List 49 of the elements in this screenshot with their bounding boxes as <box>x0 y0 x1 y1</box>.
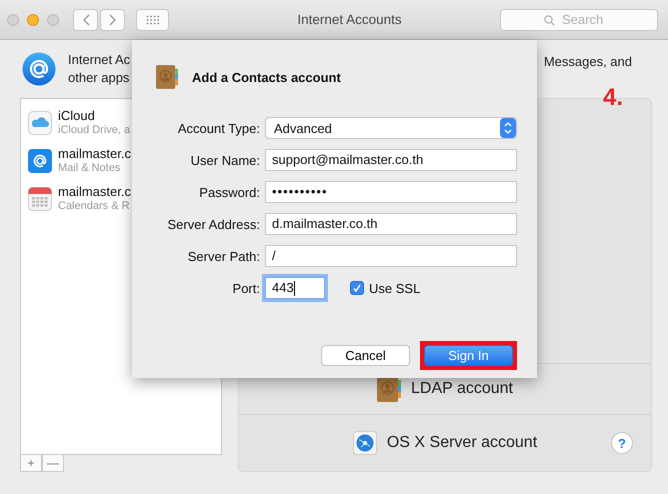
account-detail: Mail & Notes <box>58 161 122 176</box>
search-icon <box>544 14 555 26</box>
field-label: Account Type: <box>176 120 260 136</box>
grid-icon <box>146 14 160 24</box>
search-field[interactable]: Search <box>500 8 658 30</box>
close-button[interactable] <box>7 14 19 26</box>
remove-button[interactable]: — <box>42 455 64 472</box>
account-name: mailmaster.c <box>58 184 131 199</box>
back-button[interactable] <box>73 8 98 30</box>
updown-arrows-icon <box>500 118 516 138</box>
use-ssl-checkbox[interactable]: Use SSL <box>350 280 420 296</box>
checkmark-icon <box>352 283 362 293</box>
address-book-icon <box>377 376 401 402</box>
show-all-button[interactable] <box>136 8 169 30</box>
window-title: Internet Accounts <box>296 12 403 27</box>
at-sign-icon <box>28 149 52 173</box>
field-label: Server Path: <box>186 248 260 264</box>
description-text: Internet Ac <box>68 51 130 69</box>
add-button[interactable]: + <box>20 455 42 472</box>
dialog-title: Add a Contacts account <box>192 70 341 84</box>
field-label: Port: <box>232 280 260 296</box>
provider-item[interactable]: OS X Server account ? <box>239 414 651 471</box>
zoom-button[interactable] <box>47 14 59 26</box>
port-field[interactable]: 443 <box>265 277 325 299</box>
text-field[interactable]: support@mailmaster.co.th <box>265 149 517 171</box>
account-name: iCloud <box>58 108 96 123</box>
help-button[interactable]: ? <box>611 432 633 454</box>
step-number: 4. <box>603 84 624 112</box>
field-label: Password: <box>198 184 260 200</box>
description-text: Messages, and <box>544 54 632 69</box>
account-type-popup[interactable]: Advanced <box>265 117 517 139</box>
text-field[interactable]: / <box>265 245 517 267</box>
calendar-icon <box>28 187 52 211</box>
description-text: other apps <box>68 69 130 87</box>
forward-button[interactable] <box>100 8 125 30</box>
account-name: mailmaster.c <box>58 146 131 161</box>
field-label: User Name: <box>190 152 260 168</box>
chevron-left-icon <box>82 14 90 26</box>
account-detail: iCloud Drive, a <box>58 123 130 138</box>
field-label: Server Address: <box>166 216 260 232</box>
password-field[interactable]: •••••••••• <box>265 181 517 203</box>
minimize-button[interactable] <box>27 14 39 26</box>
text-field[interactable]: d.mailmaster.co.th <box>265 213 517 235</box>
account-detail: Calendars & R <box>58 199 131 214</box>
chevron-right-icon <box>108 14 116 26</box>
at-sign-icon <box>22 52 56 86</box>
address-book-icon <box>156 64 178 90</box>
cancel-button[interactable]: Cancel <box>321 345 410 366</box>
cloud-icon <box>28 111 52 135</box>
